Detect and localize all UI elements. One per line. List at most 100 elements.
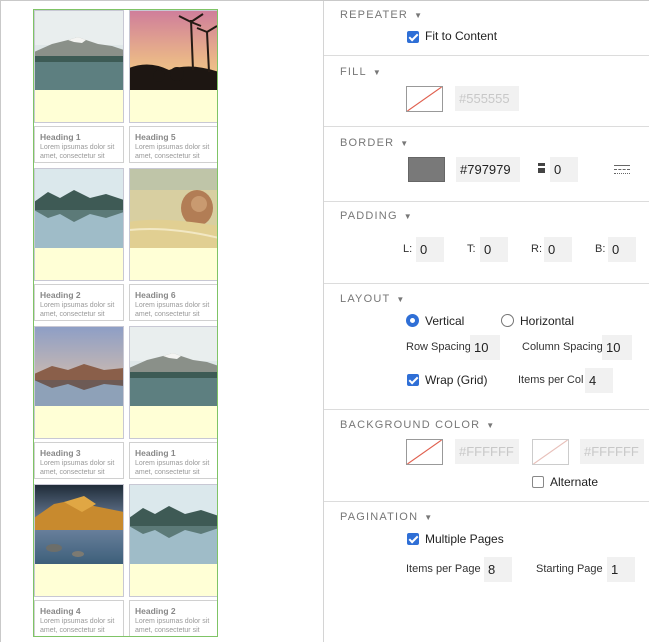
repeater-item[interactable]: Heading 6 Lorem ipsumas dolor sit amet, … — [129, 168, 217, 321]
item-body: Lorem ipsumas dolor sit amet, consectetu… — [40, 618, 115, 634]
repeater-item[interactable]: Heading 2 Lorem ipsumas dolor sit amet, … — [34, 168, 124, 321]
caret-down-icon: ▼ — [486, 421, 496, 430]
padding-right-label: R: — [531, 243, 542, 255]
padding-bottom-label: B: — [595, 243, 606, 255]
wrap-grid-label: Wrap (Grid) — [425, 373, 488, 387]
border-color-swatch[interactable] — [408, 157, 445, 182]
starting-page-input[interactable]: 1 — [607, 557, 635, 582]
item-image — [34, 168, 124, 248]
item-heading: Heading 1 — [40, 132, 81, 142]
item-heading: Heading 5 — [135, 132, 176, 142]
items-per-col-input[interactable]: 4 — [585, 368, 613, 393]
horizontal-label: Horizontal — [520, 314, 575, 328]
items-per-col-label: Items per Col — [518, 374, 584, 386]
repeater-item[interactable]: Heading 2 Lorem ipsumas dolor sit amet, … — [129, 484, 217, 636]
padding-bottom-input[interactable]: 0 — [608, 237, 636, 262]
item-heading: Heading 2 — [40, 290, 81, 300]
alternate-checkbox[interactable] — [532, 476, 544, 488]
fill-color-swatch[interactable] — [406, 86, 443, 112]
item-heading: Heading 2 — [135, 606, 176, 616]
caret-down-icon: ▼ — [372, 68, 382, 77]
pagination-section: PAGINATION ▼ Multiple Pages Items per Pag… — [324, 502, 649, 642]
design-canvas: Heading 1 Lorem ipsumas dolor sit amet, … — [1, 1, 323, 642]
caret-down-icon: ▼ — [403, 212, 413, 221]
repeater-section: REPEATER ▼ Fit to Content — [324, 1, 649, 56]
items-per-page-label: Items per Page — [406, 563, 481, 575]
multiple-pages-label: Multiple Pages — [425, 532, 504, 546]
fill-section: FILL ▼ #555555 — [324, 56, 649, 127]
item-image — [129, 484, 217, 564]
background-color-input-1[interactable]: #FFFFFF — [455, 439, 519, 464]
item-image — [34, 484, 124, 564]
item-body: Lorem ipsumas dolor sit amet, consectetu… — [40, 144, 115, 160]
item-image — [34, 10, 124, 90]
repeater-section-title[interactable]: REPEATER ▼ — [340, 9, 423, 21]
item-placeholder-box — [129, 90, 217, 123]
repeater-widget[interactable]: Heading 1 Lorem ipsumas dolor sit amet, … — [33, 9, 218, 637]
multiple-pages-checkbox[interactable] — [407, 533, 419, 545]
item-image — [129, 326, 217, 406]
item-placeholder-box — [129, 564, 217, 597]
item-placeholder-box — [34, 90, 124, 123]
editor-window: Heading 1 Lorem ipsumas dolor sit amet, … — [0, 0, 649, 642]
layout-section: LAYOUT ▼ Vertical Horizontal Row Spacing … — [324, 284, 649, 410]
background-color-section: BACKGROUND COLOR ▼ #FFFFFF #FFFFFF Altern… — [324, 410, 649, 502]
item-heading: Heading 4 — [40, 606, 81, 616]
repeater-item[interactable]: Heading 1 Lorem ipsumas dolor sit amet, … — [129, 326, 217, 479]
column-spacing-input[interactable]: 10 — [602, 335, 632, 360]
padding-right-input[interactable]: 0 — [544, 237, 572, 262]
padding-left-input[interactable]: 0 — [416, 237, 444, 262]
fit-to-content-checkbox[interactable] — [407, 31, 419, 43]
fill-section-title[interactable]: FILL ▼ — [340, 66, 382, 78]
repeater-item[interactable]: Heading 1 Lorem ipsumas dolor sit amet, … — [34, 10, 124, 163]
item-placeholder-box — [129, 406, 217, 439]
item-body: Lorem ipsumas dolor sit amet, consectetu… — [40, 460, 115, 476]
background-color-input-2[interactable]: #FFFFFF — [580, 439, 644, 464]
item-text-box: Heading 6 Lorem ipsumas dolor sit amet, … — [129, 284, 217, 321]
item-text-box: Heading 1 Lorem ipsumas dolor sit amet, … — [129, 442, 217, 479]
item-text-box: Heading 4 Lorem ipsumas dolor sit amet, … — [34, 600, 124, 636]
item-heading: Heading 6 — [135, 290, 176, 300]
wrap-grid-checkbox[interactable] — [407, 374, 419, 386]
item-placeholder-box — [34, 248, 124, 281]
repeater-item[interactable]: Heading 5 Lorem ipsumas dolor sit amet, … — [129, 10, 217, 163]
item-heading: Heading 1 — [135, 448, 176, 458]
starting-page-label: Starting Page — [536, 563, 603, 575]
padding-top-input[interactable]: 0 — [480, 237, 508, 262]
items-per-page-input[interactable]: 8 — [484, 557, 512, 582]
item-body: Lorem ipsumas dolor sit amet, consectetu… — [135, 144, 210, 160]
item-placeholder-box — [34, 564, 124, 597]
no-color-icon — [407, 87, 442, 111]
pagination-section-title[interactable]: PAGINATION ▼ — [340, 511, 433, 523]
background-color-swatch-2[interactable] — [532, 439, 569, 465]
item-body: Lorem ipsumas dolor sit amet, consectetu… — [135, 460, 210, 476]
item-body: Lorem ipsumas dolor sit amet, consectetu… — [40, 302, 115, 318]
border-width-input[interactable]: 0 — [550, 157, 578, 182]
item-text-box: Heading 1 Lorem ipsumas dolor sit amet, … — [34, 126, 124, 163]
border-color-input[interactable]: #797979 — [456, 157, 520, 182]
caret-down-icon: ▼ — [424, 513, 434, 522]
properties-panel: REPEATER ▼ Fit to Content FILL ▼ #555555 B… — [323, 1, 649, 642]
horizontal-radio[interactable] — [501, 314, 514, 327]
item-placeholder-box — [129, 248, 217, 281]
border-style-icon[interactable] — [614, 164, 630, 176]
background-color-swatch-1[interactable] — [406, 439, 443, 465]
vertical-radio[interactable] — [406, 314, 419, 327]
padding-top-label: T: — [467, 243, 476, 255]
vertical-label: Vertical — [425, 314, 465, 328]
background-color-section-title[interactable]: BACKGROUND COLOR ▼ — [340, 419, 495, 431]
padding-section-title[interactable]: PADDING ▼ — [340, 210, 413, 222]
border-section-title[interactable]: BORDER ▼ — [340, 137, 409, 149]
caret-down-icon: ▼ — [400, 139, 410, 148]
column-spacing-label: Column Spacing — [522, 341, 603, 353]
border-section: BORDER ▼ #797979 0 — [324, 127, 649, 202]
item-body: Lorem ipsumas dolor sit amet, consectetu… — [135, 302, 210, 318]
repeater-item[interactable]: Heading 4 Lorem ipsumas dolor sit amet, … — [34, 484, 124, 636]
layout-section-title[interactable]: LAYOUT ▼ — [340, 293, 406, 305]
item-text-box: Heading 2 Lorem ipsumas dolor sit amet, … — [34, 284, 124, 321]
repeater-item[interactable]: Heading 3 Lorem ipsumas dolor sit amet, … — [34, 326, 124, 479]
caret-down-icon: ▼ — [414, 11, 424, 20]
row-spacing-input[interactable]: 10 — [470, 335, 500, 360]
fill-color-input[interactable]: #555555 — [455, 86, 519, 111]
padding-section: PADDING ▼ L: 0 T: 0 R: 0 B: 0 — [324, 202, 649, 284]
